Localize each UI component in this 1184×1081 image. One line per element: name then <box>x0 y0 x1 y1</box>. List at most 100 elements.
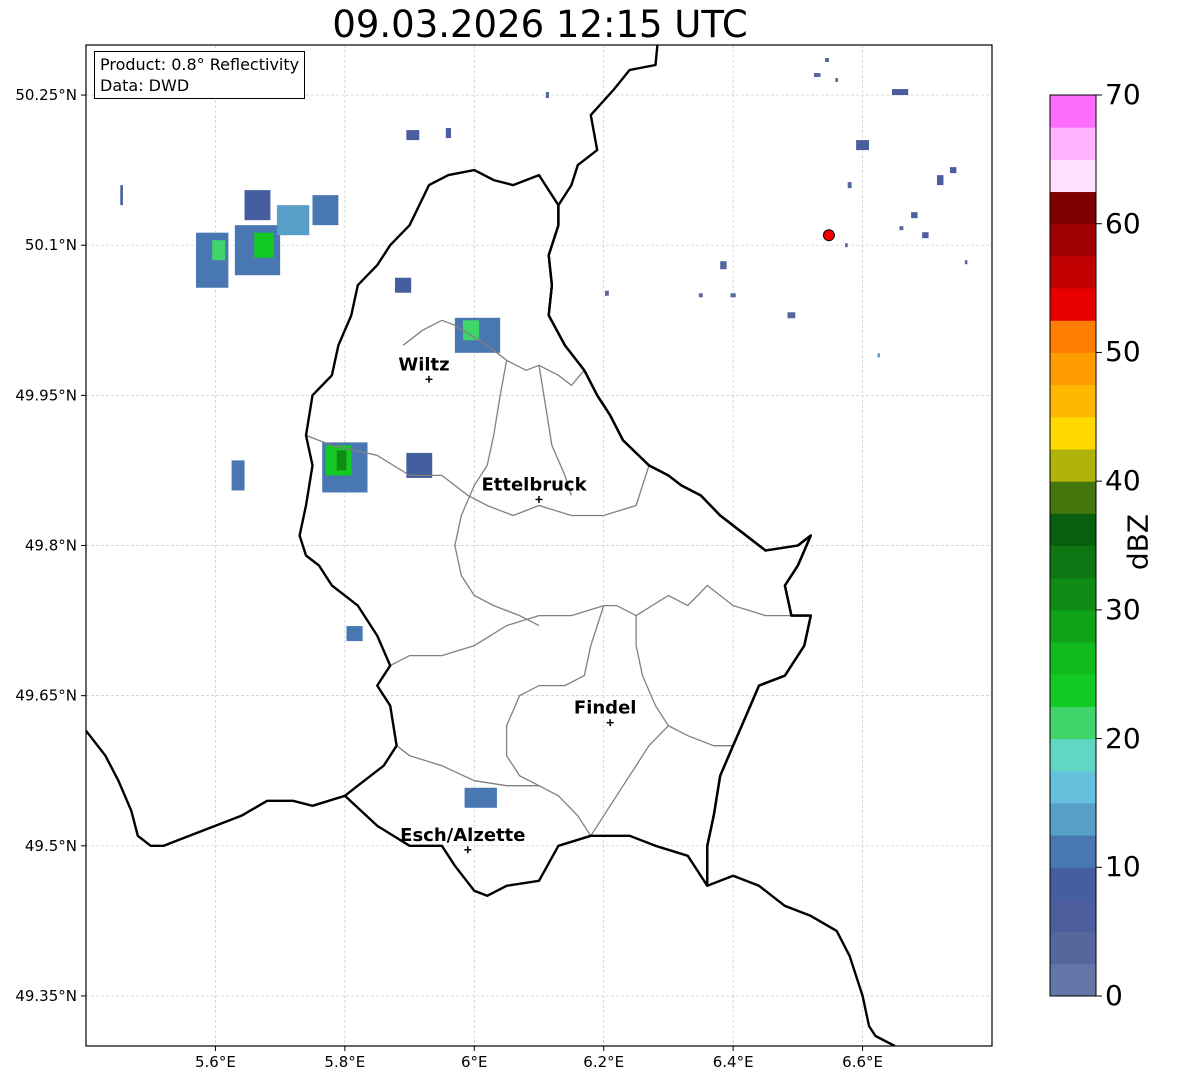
canton-border <box>505 605 605 837</box>
colorbar-segment <box>1050 577 1096 611</box>
canton-border <box>389 584 792 667</box>
echo-cell <box>922 232 929 239</box>
colorbar-segment <box>1050 288 1096 321</box>
echo-cell <box>406 130 420 141</box>
echo-cell <box>212 240 226 261</box>
colorbar-segment <box>1050 545 1096 579</box>
x-tick-label: 6.6°E <box>842 1053 883 1071</box>
colorbar-tick-label: 0 <box>1105 979 1123 1012</box>
colorbar-segment <box>1050 931 1096 965</box>
colorbar-segment <box>1050 706 1096 740</box>
national-border <box>547 45 812 886</box>
info-box: Product: 0.8° Reflectivity Data: DWD <box>94 51 306 99</box>
national-border <box>706 874 896 1046</box>
echo-cell <box>605 290 609 296</box>
echo-cell <box>244 190 271 221</box>
colorbar-segment <box>1050 481 1096 514</box>
x-tick-label: 6°E <box>461 1053 488 1071</box>
echo-cell <box>395 277 412 293</box>
echo-cell <box>231 460 245 491</box>
colorbar-tick-label: 60 <box>1105 206 1141 240</box>
colorbar-segment <box>1050 384 1096 418</box>
canton-border <box>635 615 734 747</box>
colorbar-segment <box>1050 513 1096 546</box>
colorbar-tick-label: 40 <box>1105 464 1141 498</box>
colorbar-segment <box>1050 674 1096 707</box>
radar-site-marker <box>822 229 835 242</box>
grid-lines <box>86 45 992 1046</box>
city-label: Findel <box>574 698 637 719</box>
colorbar-segment <box>1050 448 1096 482</box>
colorbar-segment <box>1050 159 1096 193</box>
colorbar-tick-label: 50 <box>1105 335 1141 369</box>
echo-cell <box>730 293 736 298</box>
colorbar-segment <box>1050 127 1096 160</box>
colorbar-segment <box>1050 95 1096 128</box>
reflectivity-echoes <box>120 58 968 808</box>
city-label: Ettelbruck <box>481 474 587 495</box>
echo-cell <box>845 243 848 248</box>
y-tick-label: 50.25°N <box>15 86 77 104</box>
echo-cell <box>698 293 703 298</box>
x-tick-label: 6.2°E <box>583 1053 624 1071</box>
colorbar-segment <box>1050 416 1096 450</box>
y-tick-label: 49.35°N <box>15 987 77 1005</box>
colorbar <box>1049 94 1102 997</box>
y-tick-label: 49.5°N <box>25 837 77 855</box>
echo-cell <box>545 92 550 99</box>
x-tick-label: 6.4°E <box>713 1053 754 1071</box>
echo-cell <box>346 626 363 642</box>
data-source-label: Data: DWD <box>100 76 190 95</box>
colorbar-segment <box>1050 963 1096 997</box>
colorbar-tick-label: 10 <box>1105 850 1141 884</box>
canton-border <box>590 725 669 837</box>
colorbar-segment <box>1050 738 1096 772</box>
radar-map: WiltzEttelbruckFindelEsch/Alzette 5.6°E 5… <box>15 44 1102 1071</box>
echo-cell <box>949 167 957 174</box>
x-tick-label: 5.6°E <box>195 1053 236 1071</box>
echo-cell <box>406 452 433 478</box>
product-label: Product: 0.8° Reflectivity <box>100 55 300 74</box>
echo-cell <box>120 185 123 206</box>
echo-cell <box>445 128 451 139</box>
echo-cell <box>911 212 918 219</box>
echo-cell <box>899 226 904 231</box>
echo-cell <box>892 89 909 96</box>
colorbar-segment <box>1050 223 1096 257</box>
colorbar-label: dBZ <box>1121 513 1155 571</box>
echo-cell <box>847 182 852 189</box>
colorbar-tick-label: 70 <box>1105 78 1141 111</box>
echo-cell <box>720 261 727 270</box>
axis-ticks: 5.6°E 5.8°E 6°E 6.2°E 6.4°E 6.6°E 50.25°N 50.1°… <box>15 86 883 1071</box>
colorbar-segment <box>1050 835 1096 868</box>
colorbar-segment <box>1050 191 1096 225</box>
colorbar-segment <box>1050 802 1096 836</box>
colorbar-segment <box>1050 642 1096 675</box>
echo-cell <box>964 260 968 265</box>
echo-cell <box>877 353 881 358</box>
y-tick-label: 49.95°N <box>15 386 77 404</box>
echo-cell <box>787 312 796 319</box>
colorbar-tick-label: 30 <box>1105 592 1141 626</box>
colorbar-segment <box>1050 770 1096 804</box>
colorbar-segment <box>1050 867 1096 900</box>
echo-cell <box>254 232 274 258</box>
echo-cell <box>936 175 944 186</box>
echo-cell <box>856 140 870 151</box>
echo-cell <box>312 195 339 226</box>
x-tick-label: 5.8°E <box>324 1053 365 1071</box>
city-label: Wiltz <box>398 354 449 375</box>
colorbar-segment <box>1050 352 1096 386</box>
echo-cell <box>814 73 821 78</box>
echo-cell <box>336 450 347 471</box>
y-tick-label: 49.8°N <box>25 537 77 555</box>
y-tick-label: 50.1°N <box>25 236 77 254</box>
colorbar-tick-label: 20 <box>1105 721 1141 755</box>
luxembourg-border <box>298 168 812 897</box>
echo-cell <box>464 787 497 808</box>
colorbar-segment <box>1050 320 1096 353</box>
city-label: Esch/Alzette <box>400 825 525 846</box>
echo-cell <box>462 320 480 341</box>
echo-cell <box>835 78 838 83</box>
colorbar-segment <box>1050 899 1096 933</box>
